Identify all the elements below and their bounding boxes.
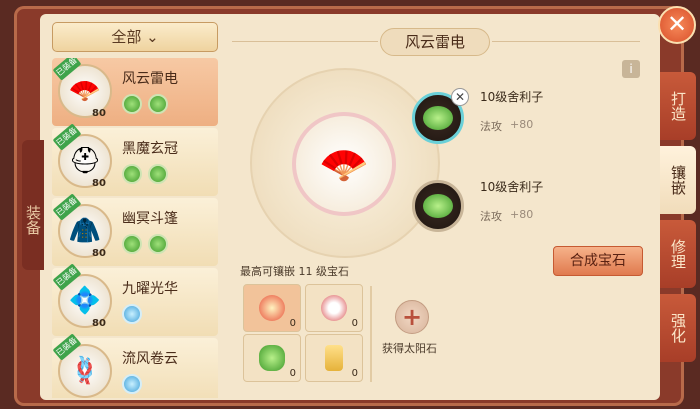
item-level: 80 [92,178,106,189]
equipment-list[interactable]: 🪭 已装备 80 风云雷电 ⛑ 已装备 80 黑魔玄冠 🧥 已装备 80 幽冥斗… [52,58,218,398]
gem-value: +80 [510,208,534,221]
item-level: 80 [92,108,106,119]
red-orb-icon [259,295,285,321]
add-sun-stone-button[interactable]: + [395,300,429,334]
gold-token-icon [325,345,343,371]
item-level: 80 [92,318,106,329]
filter-label: 全部 [111,28,142,46]
tab-inlay[interactable]: 镶嵌 [660,146,696,214]
divider [492,41,640,42]
red-disc-icon [321,295,347,321]
green-gem-icon [122,164,142,184]
list-item[interactable]: 🧥 已装备 80 幽冥斗篷 [52,193,218,266]
gem-name: 10级舍利子 [480,180,544,194]
green-gem-icon [148,164,168,184]
gem-value: +80 [510,118,534,131]
list-item[interactable]: 💠 已装备 80 九曜光华 [52,263,218,336]
green-gem-icon [148,94,168,114]
list-item[interactable]: ⛑ 已装备 80 黑魔玄冠 [52,123,218,196]
list-item[interactable]: 🪭 已装备 80 风云雷电 [52,58,218,126]
tab-enhance[interactable]: 强化 [660,294,696,362]
gem-name: 10级舍利子 [480,90,544,104]
item-name: 风云雷电 [122,71,178,87]
compose-gem-button[interactable]: 合成宝石 [553,246,643,276]
side-tab-equipment[interactable]: 装备 [22,140,44,270]
item-level: 80 [92,248,106,259]
item-name: 幽冥斗篷 [122,211,178,227]
info-icon[interactable]: i [622,60,640,78]
inventory-slot[interactable]: 0 [305,334,363,382]
inventory-slot[interactable]: 0 [243,334,301,382]
divider [232,41,378,42]
remove-gem-button[interactable]: ✕ [451,88,469,106]
gem-card-1: 10级舍利子 法攻 +80 [470,84,640,144]
green-gem-icon [122,94,142,114]
gem-socket-2[interactable] [412,180,464,232]
list-item[interactable]: 🪢 已装备 流风卷云 [52,333,218,398]
inventory-slot[interactable]: 0 [243,284,301,332]
gem-stat: 法攻 [480,210,502,223]
equipment-preview: 🪭 [292,112,396,216]
item-name: 黑魔玄冠 [122,141,178,157]
item-name: 流风卷云 [122,351,178,367]
tab-forge[interactable]: 打造 [660,72,696,140]
green-gem-icon [148,234,168,254]
gem-card-2: 10级舍利子 法攻 +80 [470,174,640,234]
tab-repair[interactable]: 修理 [660,220,696,288]
gem-stat: 法攻 [480,120,502,133]
green-beans-icon [259,345,285,371]
divider [370,286,372,382]
inventory-slot[interactable]: 0 [305,284,363,332]
chevron-down-icon: ⌄ [146,28,159,46]
close-button[interactable]: ✕ [658,6,696,44]
fan-icon: 🪭 [319,141,369,188]
item-name: 九曜光华 [122,281,178,297]
max-inlay-label: 最高可镶嵌 11 级宝石 [240,265,349,278]
filter-dropdown[interactable]: 全部 ⌄ [52,22,218,52]
close-icon: ✕ [666,10,688,38]
blue-gem-icon [122,374,142,394]
blue-gem-icon [122,304,142,324]
panel-title: 风云雷电 [380,28,490,56]
green-gem-icon [423,194,453,218]
get-sun-stone-label: 获得太阳石 [382,342,437,355]
green-gem-icon [122,234,142,254]
green-gem-icon [423,106,453,130]
